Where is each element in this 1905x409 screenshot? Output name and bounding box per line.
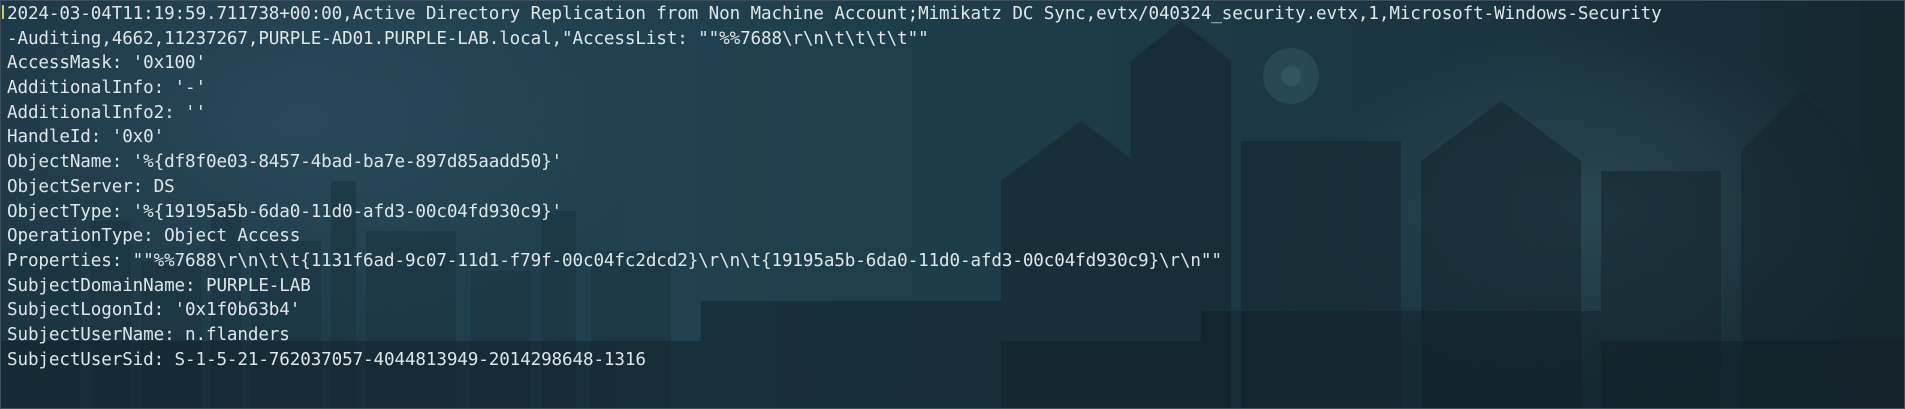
output-line: AccessMask: '0x100' <box>7 53 206 74</box>
terminal-output[interactable]: 2024-03-04T11:19:59.711738+00:00,Active … <box>7 2 1900 372</box>
output-line: ObjectName: '%{df8f0e03-8457-4bad-ba7e-8… <box>7 152 563 173</box>
output-line: 2024-03-04T11:19:59.711738+00:00,Active … <box>7 4 1662 24</box>
output-line: HandleId: '0x0' <box>7 127 165 148</box>
output-line: ObjectType: '%{19195a5b-6da0-11d0-afd3-0… <box>7 201 563 222</box>
output-line: AdditionalInfo: '-' <box>7 78 206 99</box>
output-line: OperationType: Object Access <box>7 226 301 247</box>
output-line: SubjectUserName: n.flanders <box>7 324 290 345</box>
terminal-window[interactable]: 2024-03-04T11:19:59.711738+00:00,Active … <box>0 0 1905 409</box>
output-line: SubjectDomainName: PURPLE-LAB <box>7 275 311 296</box>
output-line: Properties: ""%%7688\r\n\t\t{1131f6ad-9c… <box>7 250 1222 271</box>
output-line: -Auditing,4662,11237267,PURPLE-AD01.PURP… <box>7 28 929 49</box>
output-line: SubjectLogonId: '0x1f0b63b4' <box>7 300 301 321</box>
scrollbar-marker <box>2 5 4 19</box>
output-line: ObjectServer: DS <box>7 176 175 197</box>
output-line: SubjectUserSid: S-1-5-21-762037057-40448… <box>7 349 646 370</box>
output-line: AdditionalInfo2: '' <box>7 102 206 123</box>
